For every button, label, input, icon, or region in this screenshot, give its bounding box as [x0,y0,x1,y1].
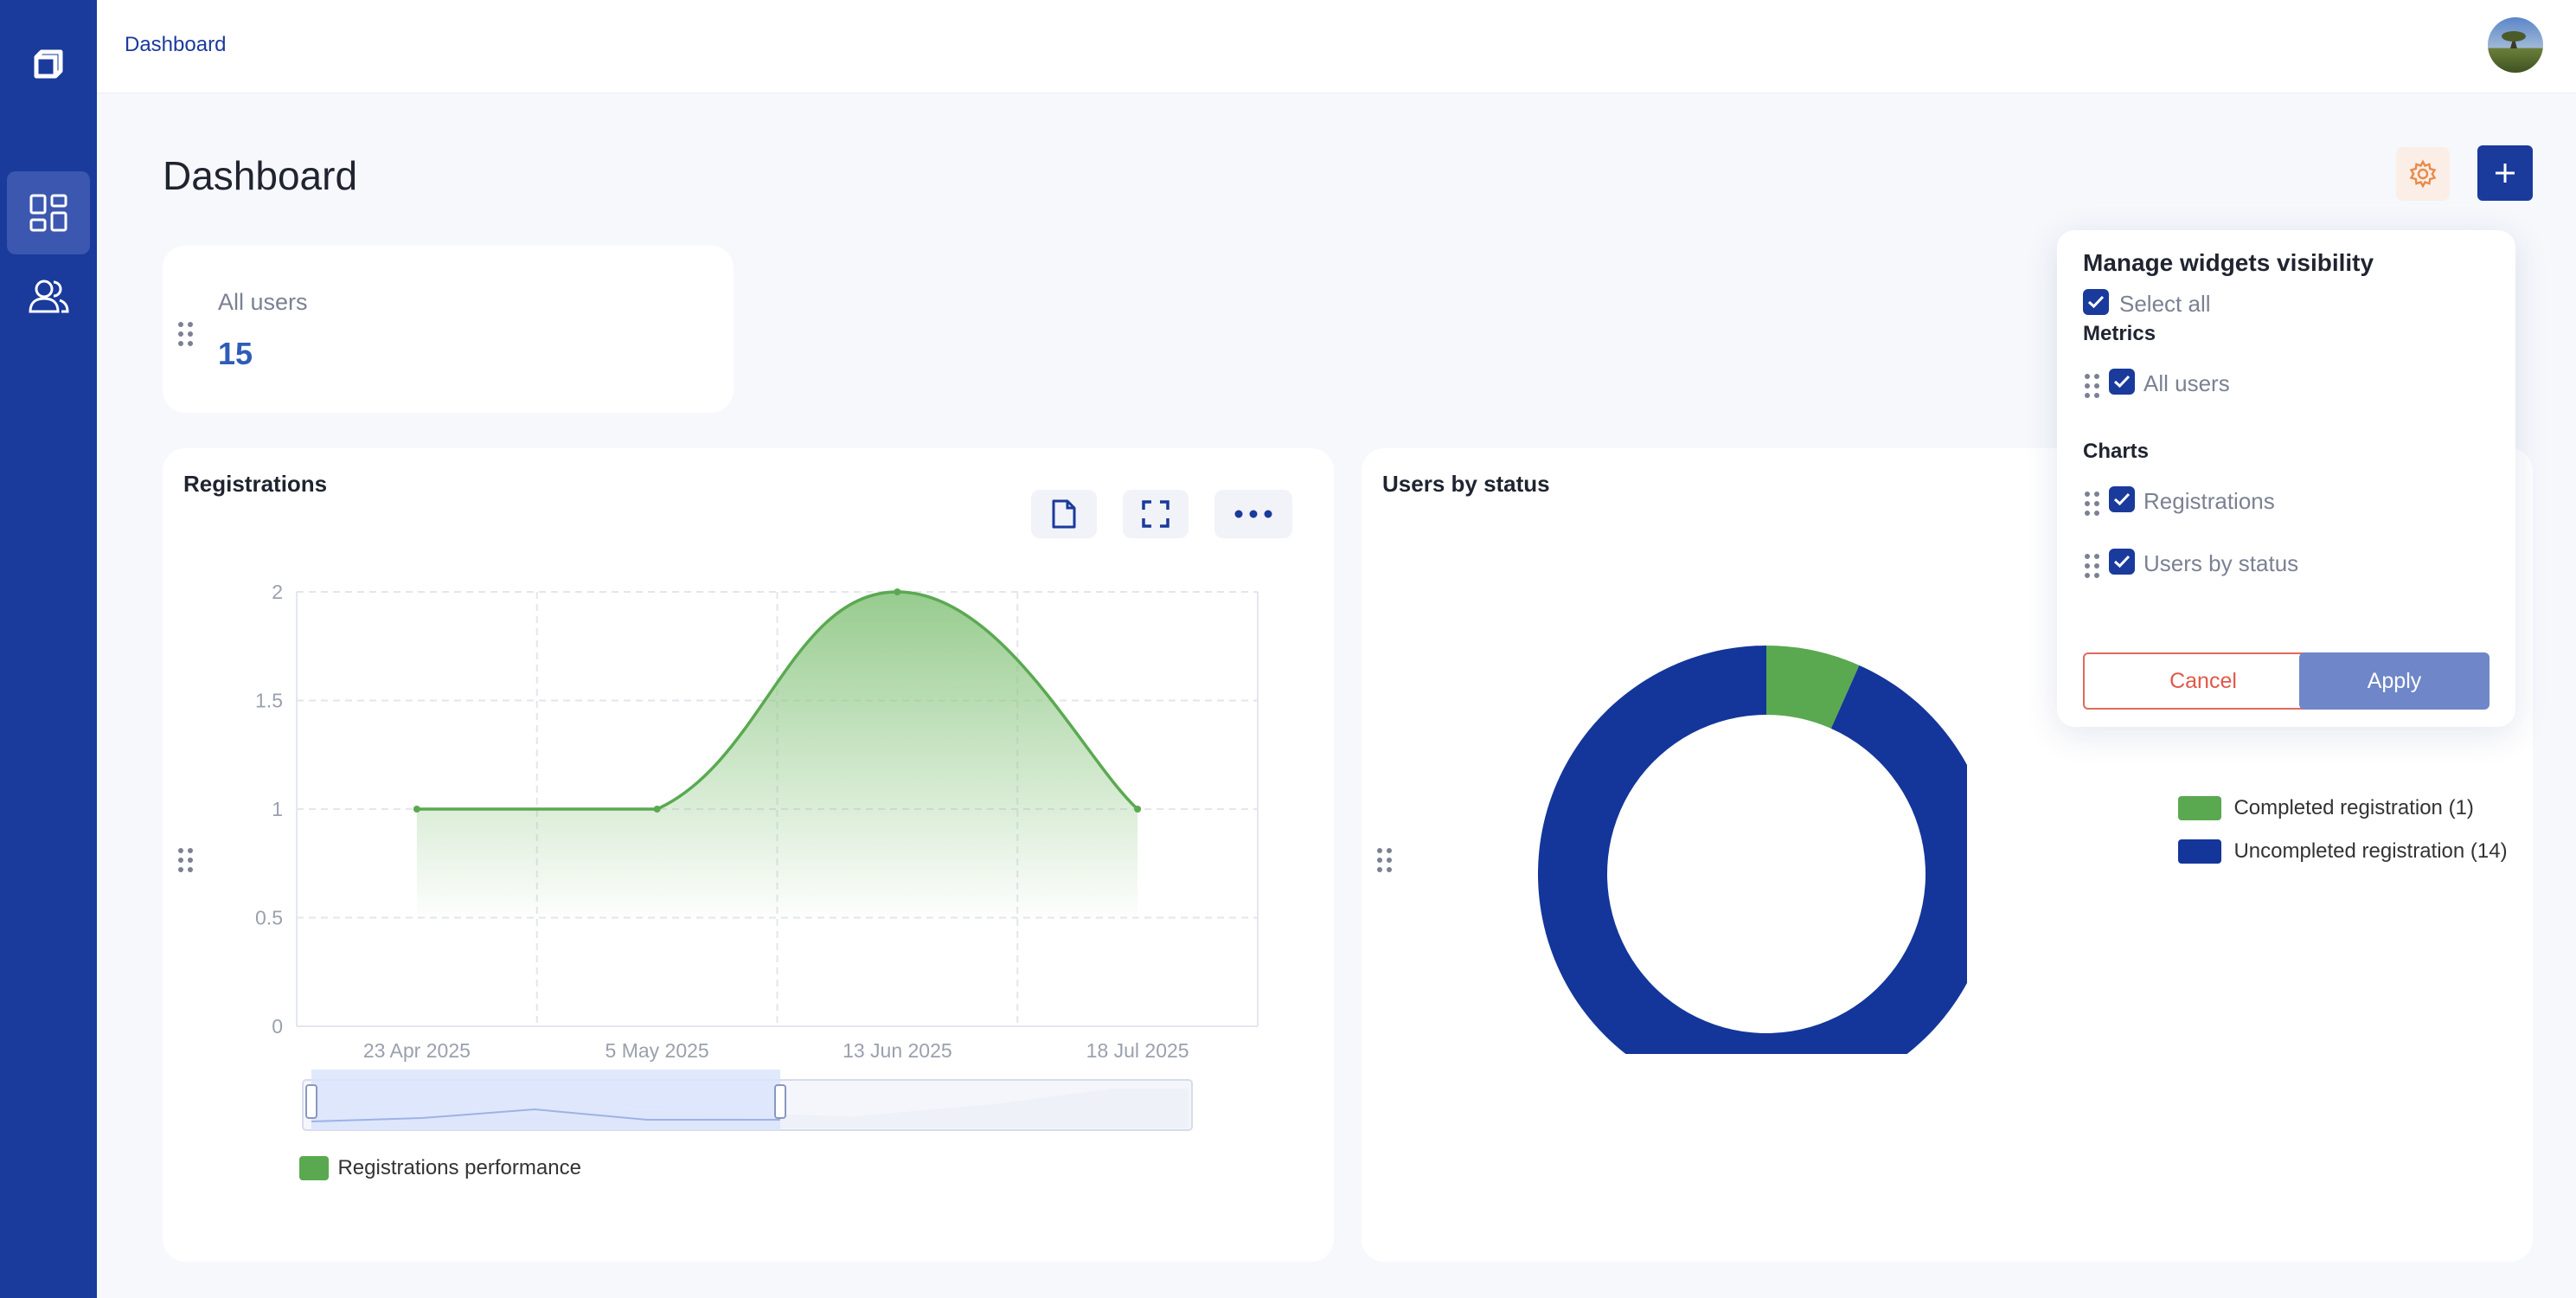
metrics-heading: Metrics [2083,322,2156,345]
plus-icon [2496,164,2515,183]
all-users-metric-card: All users 15 [163,246,734,413]
y-tick-label: 1 [272,798,283,820]
users-by-status-donut-chart [1538,646,1967,1054]
nav-dashboard-button[interactable] [7,171,90,254]
legend-label: Completed registration (1) [2233,796,2474,819]
legend-label: Uncompleted registration (14) [2233,839,2508,863]
gear-icon [2409,159,2437,189]
app-logo[interactable] [29,45,67,83]
checkmark-icon [2113,555,2131,569]
x-tick-label: 13 Jun 2025 [843,1039,952,1062]
users-icon [29,280,69,313]
zoom-handle-left [305,1084,317,1119]
nav-users-button[interactable] [7,254,90,337]
drag-handle-icon[interactable] [2085,554,2099,578]
all-users-label[interactable]: All users [2143,370,2230,397]
metric-value: 15 [218,336,253,371]
page-title: Dashboard [163,153,358,198]
registrations-label[interactable]: Registrations [2143,488,2275,515]
select-all-label[interactable]: Select all [2119,291,2211,318]
y-tick-label: 0.5 [255,907,283,929]
data-point [413,806,420,813]
apply-button[interactable]: Apply [2299,652,2489,710]
user-avatar[interactable] [2488,17,2543,73]
breadcrumb[interactable]: Dashboard [125,33,226,57]
legend-item[interactable]: Completed registration (1) [2178,796,2508,820]
widget-settings-button[interactable] [2396,147,2450,201]
sidebar [0,0,97,1298]
donut-slice [1538,646,1967,1054]
y-tick-label: 2 [272,581,283,603]
drag-handle-icon[interactable] [2085,374,2099,398]
zoom-handle-right [774,1084,786,1119]
status-legend: Completed registration (1) Uncompleted r… [2178,796,2508,864]
legend-swatch [299,1156,329,1180]
checkmark-icon [2113,492,2131,506]
cancel-button[interactable]: Cancel [2083,652,2323,710]
chart-legend[interactable]: Registrations performance [299,1156,581,1180]
registrations-checkbox[interactable] [2109,486,2135,512]
top-bar: Dashboard [97,0,2576,93]
zoom-slider[interactable] [302,1070,1193,1131]
manage-widgets-popover: Manage widgets visibility Select all Met… [2057,230,2515,727]
popover-title: Manage widgets visibility [2083,249,2374,276]
checkmark-icon [2113,375,2131,389]
add-widget-button[interactable] [2477,145,2533,201]
legend-label: Registrations performance [337,1156,581,1179]
legend-swatch [2178,796,2221,820]
users-by-status-checkbox[interactable] [2109,549,2135,575]
y-tick-label: 0 [272,1015,283,1038]
drag-handle-icon[interactable] [178,322,193,346]
data-point [894,588,901,595]
registrations-chart-card: Registrations 0 0.5 1 1.5 2 23 Apr 2025 5 May … [163,448,1334,1262]
legend-item[interactable]: Uncompleted registration (14) [2178,839,2508,864]
x-tick-label: 23 Apr 2025 [363,1039,471,1062]
all-users-checkbox[interactable] [2109,369,2135,395]
dashboard-grid-icon [29,194,67,232]
checkmark-icon [2087,295,2105,309]
users-by-status-label[interactable]: Users by status [2143,550,2298,577]
drag-handle-icon[interactable] [2085,492,2099,516]
select-all-checkbox[interactable] [2083,289,2109,315]
charts-heading: Charts [2083,440,2150,463]
data-point [653,806,661,813]
data-point [1134,806,1142,813]
metric-label: All users [218,289,308,315]
x-tick-label: 18 Jul 2025 [1086,1039,1189,1062]
legend-swatch [2178,839,2221,864]
y-tick-label: 1.5 [255,690,283,712]
x-tick-label: 5 May 2025 [606,1039,709,1062]
registrations-area-chart: 0 0.5 1 1.5 2 23 Apr 2025 5 May 2025 13 Jun 202… [255,581,1259,1131]
